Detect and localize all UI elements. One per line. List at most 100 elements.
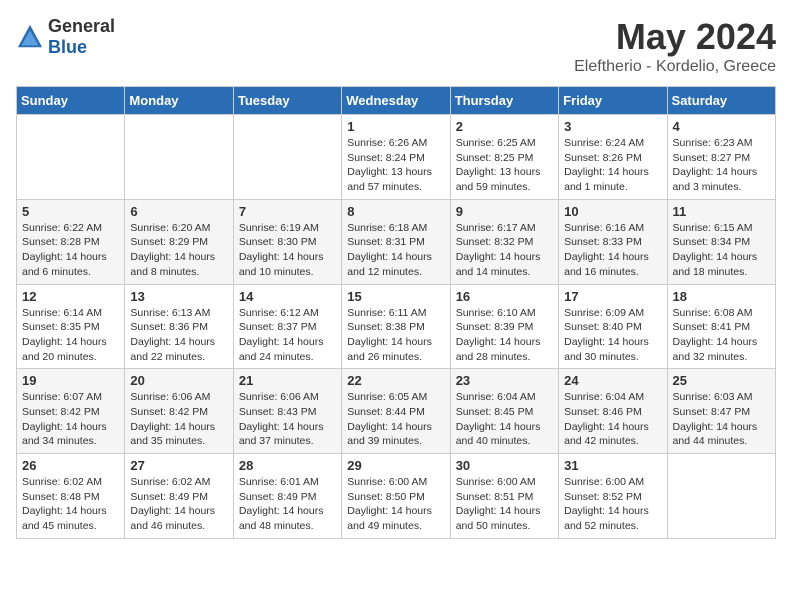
day-detail: Sunrise: 6:09 AMSunset: 8:40 PMDaylight:… [564,306,661,365]
calendar-body: 1 Sunrise: 6:26 AMSunset: 8:24 PMDaylight… [17,115,776,539]
day-number: 9 [456,204,553,219]
calendar-week-row: 1 Sunrise: 6:26 AMSunset: 8:24 PMDaylight… [17,115,776,200]
calendar-cell: 10Sunrise: 6:16 AMSunset: 8:33 PMDayligh… [559,199,667,284]
calendar-cell: 20Sunrise: 6:06 AMSunset: 8:42 PMDayligh… [125,369,233,454]
day-detail: Sunrise: 6:20 AMSunset: 8:29 PMDaylight:… [130,221,227,280]
day-detail: Sunrise: 6:17 AMSunset: 8:32 PMDaylight:… [456,221,553,280]
day-detail: Sunrise: 6:08 AMSunset: 8:41 PMDaylight:… [673,306,770,365]
calendar-week-row: 12 Sunrise: 6:14 AMSunset: 8:35 PMDayligh… [17,284,776,369]
calendar-week-row: 5 Sunrise: 6:22 AMSunset: 8:28 PMDaylight… [17,199,776,284]
calendar-cell: 7Sunrise: 6:19 AMSunset: 8:30 PMDaylight… [233,199,341,284]
day-number: 17 [564,289,661,304]
day-detail: Sunrise: 6:24 AMSunset: 8:26 PMDaylight:… [564,136,661,195]
day-detail: Sunrise: 6:02 AMSunset: 8:49 PMDaylight:… [130,475,227,534]
day-number: 25 [673,373,770,388]
day-detail: Sunrise: 6:02 AMSunset: 8:48 PMDaylight:… [22,475,119,534]
day-detail: Sunrise: 6:25 AMSunset: 8:25 PMDaylight:… [456,136,553,195]
day-number: 1 [347,119,444,134]
day-detail: Sunrise: 6:00 AMSunset: 8:52 PMDaylight:… [564,475,661,534]
day-detail: Sunrise: 6:16 AMSunset: 8:33 PMDaylight:… [564,221,661,280]
calendar-cell: 16Sunrise: 6:10 AMSunset: 8:39 PMDayligh… [450,284,558,369]
calendar-cell: 9 Sunrise: 6:17 AMSunset: 8:32 PMDaylight… [450,199,558,284]
day-number: 24 [564,373,661,388]
subtitle: Eleftherio - Kordelio, Greece [574,58,776,76]
day-detail: Sunrise: 6:23 AMSunset: 8:27 PMDaylight:… [673,136,770,195]
day-number: 3 [564,119,661,134]
day-number: 13 [130,289,227,304]
day-number: 14 [239,289,336,304]
calendar-cell: 27Sunrise: 6:02 AMSunset: 8:49 PMDayligh… [125,454,233,539]
logo-general: General [48,16,115,37]
calendar-cell: 17 Sunrise: 6:09 AMSunset: 8:40 PMDayligh… [559,284,667,369]
day-detail: Sunrise: 6:13 AMSunset: 8:36 PMDaylight:… [130,306,227,365]
weekday-header-monday: Monday [125,87,233,115]
weekday-header-friday: Friday [559,87,667,115]
calendar-cell [233,115,341,200]
weekday-header-row: SundayMondayTuesdayWednesdayThursdayFrid… [17,87,776,115]
day-detail: Sunrise: 6:14 AMSunset: 8:35 PMDaylight:… [22,306,119,365]
calendar-cell: 30Sunrise: 6:00 AMSunset: 8:51 PMDayligh… [450,454,558,539]
calendar-cell: 6Sunrise: 6:20 AMSunset: 8:29 PMDaylight… [125,199,233,284]
weekday-header-sunday: Sunday [17,87,125,115]
calendar-cell: 12 Sunrise: 6:14 AMSunset: 8:35 PMDayligh… [17,284,125,369]
day-detail: Sunrise: 6:07 AMSunset: 8:42 PMDaylight:… [22,390,119,449]
calendar-table: SundayMondayTuesdayWednesdayThursdayFrid… [16,86,776,539]
calendar-cell [17,115,125,200]
day-number: 5 [22,204,119,219]
day-number: 12 [22,289,119,304]
calendar-cell [125,115,233,200]
calendar-cell: 3 Sunrise: 6:24 AMSunset: 8:26 PMDaylight… [559,115,667,200]
weekday-header-saturday: Saturday [667,87,775,115]
calendar-cell: 11 Sunrise: 6:15 AMSunset: 8:34 PMDayligh… [667,199,775,284]
calendar-cell: 18 Sunrise: 6:08 AMSunset: 8:41 PMDayligh… [667,284,775,369]
calendar-cell: 8Sunrise: 6:18 AMSunset: 8:31 PMDaylight… [342,199,450,284]
day-detail: Sunrise: 6:05 AMSunset: 8:44 PMDaylight:… [347,390,444,449]
day-detail: Sunrise: 6:00 AMSunset: 8:50 PMDaylight:… [347,475,444,534]
day-number: 28 [239,458,336,473]
page-header: General Blue May 2024 Eleftherio - Korde… [16,16,776,76]
day-number: 29 [347,458,444,473]
calendar-cell: 26 Sunrise: 6:02 AMSunset: 8:48 PMDayligh… [17,454,125,539]
calendar-cell: 13 Sunrise: 6:13 AMSunset: 8:36 PMDayligh… [125,284,233,369]
day-number: 18 [673,289,770,304]
logo-blue: Blue [48,37,115,58]
calendar-cell: 5 Sunrise: 6:22 AMSunset: 8:28 PMDaylight… [17,199,125,284]
day-detail: Sunrise: 6:22 AMSunset: 8:28 PMDaylight:… [22,221,119,280]
day-number: 11 [673,204,770,219]
day-number: 26 [22,458,119,473]
weekday-header-tuesday: Tuesday [233,87,341,115]
day-number: 19 [22,373,119,388]
day-detail: Sunrise: 6:12 AMSunset: 8:37 PMDaylight:… [239,306,336,365]
logo: General Blue [16,16,115,58]
calendar-cell: 4 Sunrise: 6:23 AMSunset: 8:27 PMDaylight… [667,115,775,200]
day-detail: Sunrise: 6:04 AMSunset: 8:46 PMDaylight:… [564,390,661,449]
calendar-cell: 2Sunrise: 6:25 AMSunset: 8:25 PMDaylight… [450,115,558,200]
logo-icon [16,23,44,51]
weekday-header-thursday: Thursday [450,87,558,115]
day-detail: Sunrise: 6:15 AMSunset: 8:34 PMDaylight:… [673,221,770,280]
day-detail: Sunrise: 6:01 AMSunset: 8:49 PMDaylight:… [239,475,336,534]
day-number: 31 [564,458,661,473]
calendar-cell: 29 Sunrise: 6:00 AMSunset: 8:50 PMDayligh… [342,454,450,539]
calendar-cell: 14 Sunrise: 6:12 AMSunset: 8:37 PMDayligh… [233,284,341,369]
day-number: 22 [347,373,444,388]
day-number: 4 [673,119,770,134]
day-detail: Sunrise: 6:11 AMSunset: 8:38 PMDaylight:… [347,306,444,365]
day-number: 15 [347,289,444,304]
calendar-cell: 28 Sunrise: 6:01 AMSunset: 8:49 PMDayligh… [233,454,341,539]
calendar-cell: 24 Sunrise: 6:04 AMSunset: 8:46 PMDayligh… [559,369,667,454]
calendar-week-row: 26 Sunrise: 6:02 AMSunset: 8:48 PMDayligh… [17,454,776,539]
calendar-cell: 22 Sunrise: 6:05 AMSunset: 8:44 PMDayligh… [342,369,450,454]
day-detail: Sunrise: 6:18 AMSunset: 8:31 PMDaylight:… [347,221,444,280]
calendar-week-row: 19 Sunrise: 6:07 AMSunset: 8:42 PMDayligh… [17,369,776,454]
title-block: May 2024 Eleftherio - Kordelio, Greece [574,16,776,76]
calendar-cell: 23Sunrise: 6:04 AMSunset: 8:45 PMDayligh… [450,369,558,454]
logo-text: General Blue [48,16,115,58]
day-detail: Sunrise: 6:10 AMSunset: 8:39 PMDaylight:… [456,306,553,365]
calendar-cell: 15 Sunrise: 6:11 AMSunset: 8:38 PMDayligh… [342,284,450,369]
day-detail: Sunrise: 6:26 AMSunset: 8:24 PMDaylight:… [347,136,444,195]
day-detail: Sunrise: 6:04 AMSunset: 8:45 PMDaylight:… [456,390,553,449]
calendar-cell [667,454,775,539]
day-detail: Sunrise: 6:03 AMSunset: 8:47 PMDaylight:… [673,390,770,449]
calendar-header: SundayMondayTuesdayWednesdayThursdayFrid… [17,87,776,115]
